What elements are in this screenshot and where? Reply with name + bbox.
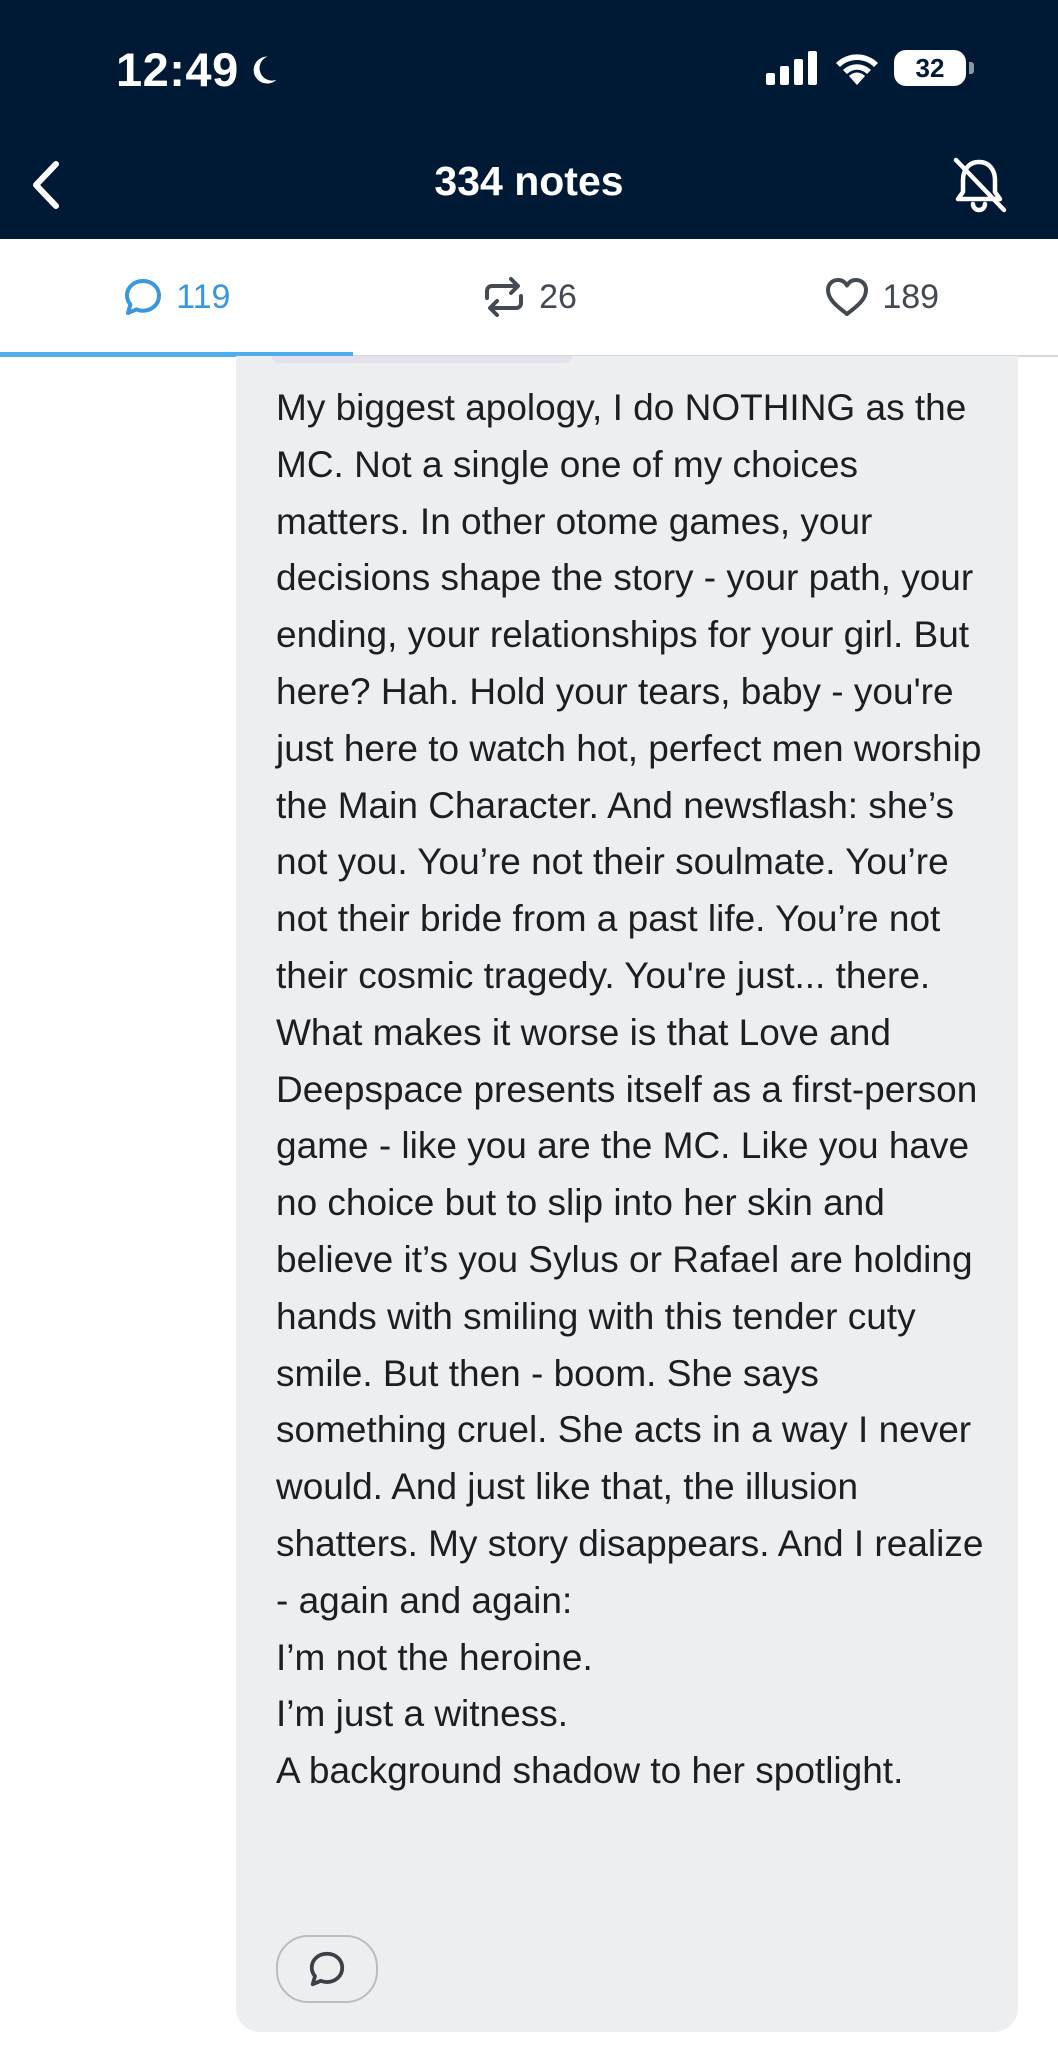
battery-indicator: 32 [894, 50, 974, 86]
reblogs-count: 26 [539, 277, 577, 316]
clock-text: 12:49 [116, 43, 239, 96]
reblog-icon [485, 277, 524, 317]
reply-card: My biggest apology, I do NOTHING as the … [236, 356, 1018, 2032]
reply-line: I’m just a witness. [276, 1693, 568, 1735]
reply-text: My biggest apology, I do NOTHING as the … [276, 380, 996, 1800]
battery-level: 32 [915, 52, 945, 83]
status-time: 12:49 [116, 42, 281, 97]
likes-count: 189 [882, 277, 940, 316]
notifications-off-icon[interactable] [948, 154, 1010, 216]
page-title: 334 notes [434, 158, 624, 204]
moon-icon [253, 55, 277, 83]
heart-icon [826, 278, 869, 316]
comment-icon [125, 279, 162, 315]
status-icons: 32 [766, 50, 974, 86]
tab-replies[interactable]: 119 [0, 239, 353, 357]
tab-likes[interactable]: 189 [705, 239, 1058, 355]
tab-reblogs[interactable]: 26 [353, 239, 706, 355]
reply-line: I’m not the heroine. [276, 1636, 593, 1678]
notes-tabs: 119 26 189 [0, 239, 1058, 357]
comment-icon [309, 1951, 345, 1987]
reply-paragraph: My biggest apology, I do NOTHING as the … [276, 387, 984, 1621]
replies-count: 119 [176, 277, 231, 316]
wifi-icon [836, 54, 878, 85]
reply-line: A background shadow to her spotlight. [276, 1750, 904, 1792]
reply-button[interactable] [276, 1935, 378, 2003]
reply-card-tag [272, 356, 572, 363]
cellular-signal-icon [766, 51, 817, 85]
app-header: 12:49 32 334 notes [0, 0, 1058, 239]
